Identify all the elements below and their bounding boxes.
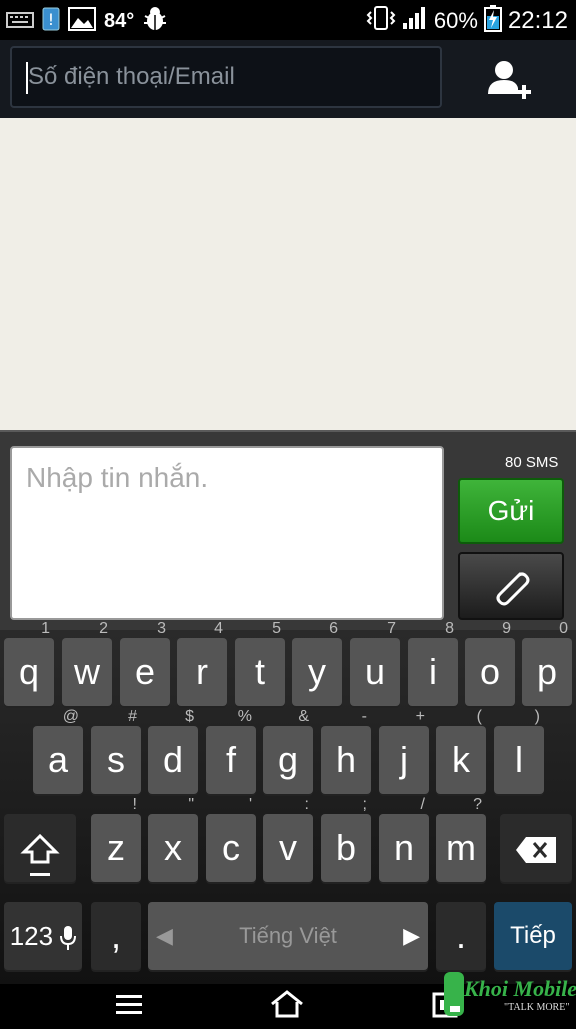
key-q[interactable]: q1 <box>4 620 54 706</box>
soft-keyboard: q1 w2 e3 r4 t5 y6 u7 i8 o9 p0 a @ s # d $ f… <box>0 620 576 984</box>
key-i[interactable]: i8 <box>408 620 458 706</box>
microphone-icon <box>60 921 77 951</box>
battery-charging-icon <box>483 4 502 38</box>
key-b[interactable]: b; <box>321 796 371 882</box>
gallery-icon <box>68 6 96 37</box>
key-o[interactable]: o9 <box>465 620 515 706</box>
text-caret <box>26 62 28 94</box>
key-l[interactable]: l) <box>494 708 544 794</box>
key-d[interactable]: d $ <box>148 708 198 794</box>
key-f[interactable]: f% <box>206 708 256 794</box>
key-v[interactable]: v: <box>263 796 313 882</box>
paperclip-icon <box>490 568 534 613</box>
watermark-logo: Khoi Mobile "TALK MORE" <box>442 966 576 1024</box>
compose-bar: Nhập tin nhắn. 80 SMS Gửi <box>0 430 576 632</box>
menu-icon[interactable] <box>114 992 144 1021</box>
clock-time: 22:12 <box>507 7 568 34</box>
recipient-placeholder: Số điện thoại/Email <box>28 63 235 90</box>
add-person-icon <box>486 61 532 106</box>
recipient-header: Số điện thoại/Email <box>0 40 576 118</box>
space-key[interactable]: ◀ Tiếng Việt ▶ <box>148 902 428 970</box>
next-key[interactable]: Tiếp <box>494 902 572 970</box>
key-p[interactable]: p0 <box>522 620 572 706</box>
watermark-tagline: "TALK MORE" <box>504 1002 570 1013</box>
key-x[interactable]: x " <box>148 796 198 882</box>
language-prev-arrow-icon: ◀ <box>156 923 173 948</box>
home-icon[interactable] <box>270 990 304 1023</box>
key-z[interactable]: z! <box>91 796 141 882</box>
recipient-input[interactable]: Số điện thoại/Email <box>10 46 442 108</box>
shift-key[interactable] <box>4 814 76 882</box>
key-s[interactable]: s # <box>91 708 141 794</box>
status-bar: ! 84° 60% 22:12 <box>0 0 576 40</box>
language-next-arrow-icon: ▶ <box>403 923 420 948</box>
vibrate-icon <box>366 5 396 37</box>
battery-percent: 60% <box>433 8 478 33</box>
key-y[interactable]: y6 <box>292 620 342 706</box>
keyboard-icon <box>6 9 34 34</box>
key-c[interactable]: c ' <box>206 796 256 882</box>
key-g[interactable]: g & <box>263 708 313 794</box>
key-m[interactable]: m? <box>436 796 486 882</box>
add-contact-button[interactable] <box>486 58 532 102</box>
key-w[interactable]: w2 <box>62 620 112 706</box>
navigation-bar: Khoi Mobile "TALK MORE" <box>0 972 576 1024</box>
key-n[interactable]: n / <box>379 796 429 882</box>
signal-icon <box>402 5 428 37</box>
message-thread <box>0 118 576 430</box>
storage-alert-icon: ! <box>42 6 60 37</box>
debug-bug-icon <box>142 6 168 37</box>
key-r[interactable]: r4 <box>177 620 227 706</box>
key-k[interactable]: k( <box>436 708 486 794</box>
comma-key[interactable]: , <box>91 902 141 970</box>
numbers-mic-key[interactable]: 123 <box>4 902 82 970</box>
key-j[interactable]: j + <box>379 708 429 794</box>
temperature-text: 84° <box>104 10 135 32</box>
key-u[interactable]: u7 <box>350 620 400 706</box>
key-a[interactable]: a @ <box>33 708 83 794</box>
send-button[interactable]: Gửi <box>458 478 564 544</box>
key-e[interactable]: e3 <box>120 620 170 706</box>
backspace-key[interactable] <box>500 814 572 882</box>
attach-button[interactable] <box>458 552 564 620</box>
message-input[interactable]: Nhập tin nhắn. <box>10 446 444 620</box>
message-placeholder: Nhập tin nhắn. <box>26 462 209 493</box>
sms-counter: 80 SMS <box>505 454 559 471</box>
svg-text:!: ! <box>48 10 54 29</box>
watermark-text: Khoi Mobile <box>464 976 576 1001</box>
backspace-icon <box>514 827 558 868</box>
key-h[interactable]: h- <box>321 708 371 794</box>
key-t[interactable]: t5 <box>235 620 285 706</box>
period-key[interactable]: . <box>436 902 486 970</box>
shift-arrow-icon <box>20 827 60 868</box>
